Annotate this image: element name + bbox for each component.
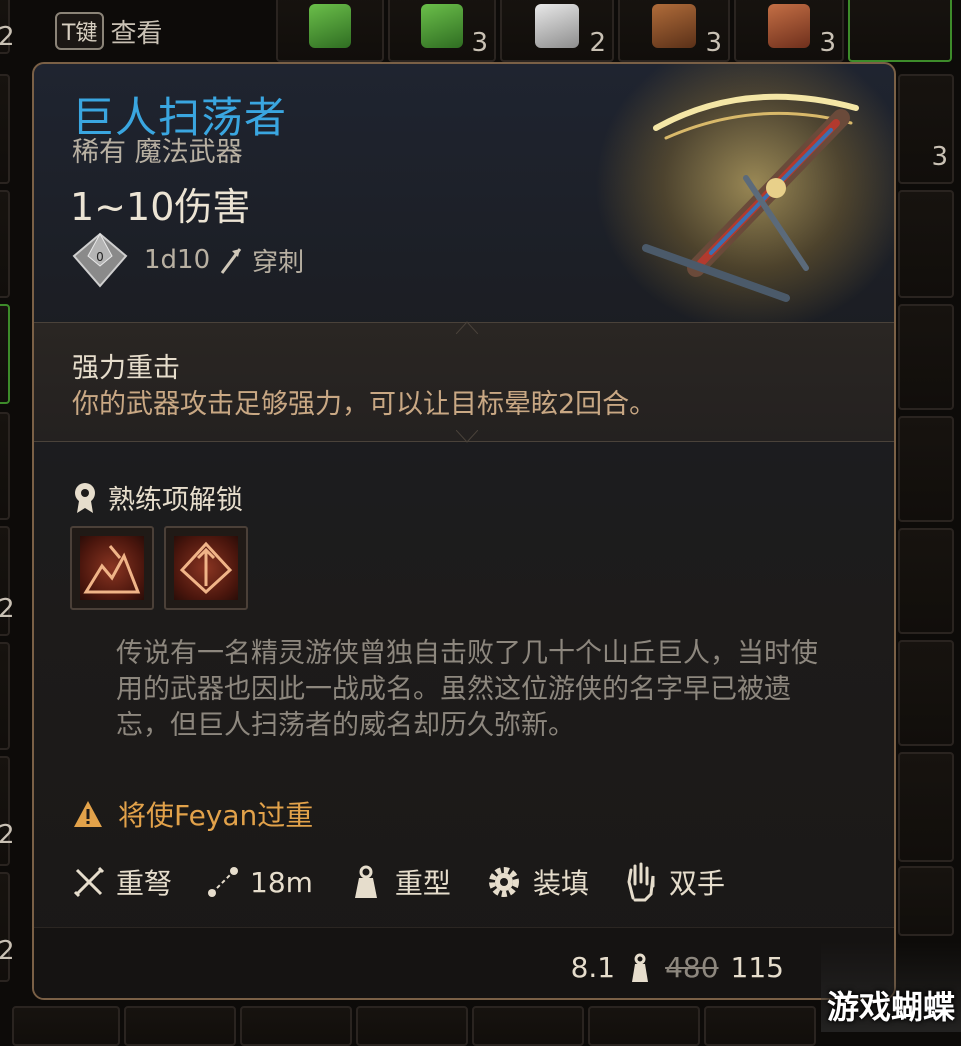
property-item: 双手 [623, 862, 725, 902]
inventory-slot[interactable]: 3 [618, 0, 730, 62]
inventory-slot[interactable] [240, 1006, 352, 1046]
gear-icon [488, 867, 519, 897]
inventory-slot[interactable]: 2 [0, 0, 15, 54]
property-label: 18m [250, 865, 313, 899]
crossbow-icon [642, 93, 859, 302]
inventory-slot[interactable] [898, 640, 954, 746]
inventory-slot[interactable] [276, 0, 384, 62]
inventory-slot[interactable] [124, 1006, 236, 1046]
inventory-slot[interactable] [0, 190, 10, 298]
key-badge: T键 [55, 12, 105, 50]
heavy-icon [354, 865, 377, 898]
proficiency-label: 熟练项解锁 [108, 485, 243, 516]
passive-description: 你的武器攻击足够强力，可以让目标晕眩2回合。 [72, 389, 657, 420]
d10-dice-icon: 0 [72, 232, 128, 288]
inventory-slot[interactable] [356, 1006, 468, 1046]
property-label: 重型 [394, 867, 451, 900]
inventory-slot[interactable] [898, 528, 954, 634]
slot-quantity: 3 [471, 28, 488, 58]
price-original: 480 [665, 951, 719, 984]
item-damage: 1~10伤害 [70, 185, 251, 229]
slot-quantity: 3 [705, 28, 722, 58]
property-label: 装填 [532, 867, 589, 900]
range-icon [208, 867, 239, 897]
proficiency-row: 熟练项解锁 [72, 478, 243, 517]
proficiency-badge-icon [75, 482, 95, 513]
inventory-slot[interactable] [12, 1006, 120, 1046]
weapon-properties: 重弩 18m 重型 装填 双手 [72, 862, 759, 902]
slot-quantity: 2 [0, 594, 15, 624]
damage-type: 穿刺 [252, 247, 305, 278]
inventory-slot[interactable] [898, 416, 954, 522]
warning-icon [74, 801, 102, 827]
weight-icon [632, 953, 649, 982]
arrow-skill-icon [179, 541, 233, 595]
shard-icon [535, 3, 579, 49]
item-weight: 8.1 [570, 951, 616, 984]
inventory-slot[interactable] [848, 0, 952, 62]
passive-title: 强力重击 [72, 353, 180, 384]
inventory-slot[interactable] [898, 304, 954, 410]
skill-slot[interactable] [164, 526, 248, 610]
inventory-slot[interactable] [472, 1006, 584, 1046]
inventory-slot[interactable] [0, 412, 10, 520]
overweight-warning: 将使Feyan过重 [72, 794, 313, 834]
mountain-skill-icon [83, 545, 141, 594]
crossed-swords-icon [73, 866, 105, 898]
inventory-slot[interactable]: 3 [734, 0, 844, 62]
slot-quantity: 3 [931, 142, 948, 172]
inventory-slot[interactable]: 3 [388, 0, 496, 62]
view-hint: T键 查看 [55, 12, 162, 50]
inventory-slot[interactable] [0, 304, 10, 404]
scroll-icon [421, 3, 463, 49]
property-item: 18m [206, 865, 313, 899]
inventory-slot[interactable] [898, 866, 954, 936]
property-item: 装填 [485, 862, 589, 902]
property-label: 双手 [668, 867, 725, 900]
divider-notch [456, 321, 478, 334]
slot-quantity: 3 [819, 28, 836, 58]
skill-slot[interactable] [70, 526, 154, 610]
price-current: 115 [730, 951, 784, 984]
watermark-text: 游戏蝴蝶 [826, 988, 955, 1026]
item-tooltip: 巨人扫荡者 稀有 魔法武器 1~10伤害 0 1d10 穿刺 强力重击 你的武器… [32, 62, 896, 1000]
bag-icon [652, 3, 696, 49]
svg-text:0: 0 [96, 250, 104, 264]
inventory-slot[interactable] [0, 642, 10, 750]
property-item: 重型 [347, 862, 451, 902]
inventory-slot[interactable]: 2 [500, 0, 614, 62]
item-lore: 传说有一名精灵游侠曾独自击败了几十个山丘巨人，当时使用的武器也因此一战成名。虽然… [116, 638, 818, 741]
slot-quantity: 2 [0, 22, 15, 52]
slot-quantity: 2 [589, 28, 606, 58]
inventory-slot[interactable]: 2 [0, 872, 15, 982]
item-rarity: 稀有 魔法武器 [72, 137, 243, 168]
divider-notch [456, 430, 478, 443]
inventory-slot[interactable] [898, 752, 954, 862]
dice-value: 1d10 [144, 245, 211, 275]
inventory-slot[interactable]: 2 [0, 526, 15, 636]
inventory-slot[interactable] [898, 190, 954, 298]
bag-icon [767, 3, 811, 49]
hand-icon [627, 862, 655, 902]
property-label: 重弩 [116, 867, 173, 900]
slot-quantity: 2 [0, 820, 15, 850]
view-label: 查看 [110, 18, 163, 49]
warning-text: 将使Feyan过重 [118, 799, 314, 832]
inventory-slot[interactable]: 2 [0, 756, 15, 866]
damage-dice-row: 0 1d10 穿刺 [70, 230, 304, 290]
inventory-slot[interactable]: 3 [898, 74, 954, 184]
inventory-slot[interactable] [588, 1006, 700, 1046]
scroll-icon [309, 3, 351, 49]
inventory-slot[interactable] [0, 74, 10, 184]
piercing-icon [220, 248, 242, 274]
inventory-slot[interactable] [704, 1006, 816, 1046]
property-item: 重弩 [72, 862, 172, 902]
slot-quantity: 2 [0, 936, 15, 966]
weight-price-row: 8.1 480 115 [571, 951, 784, 984]
